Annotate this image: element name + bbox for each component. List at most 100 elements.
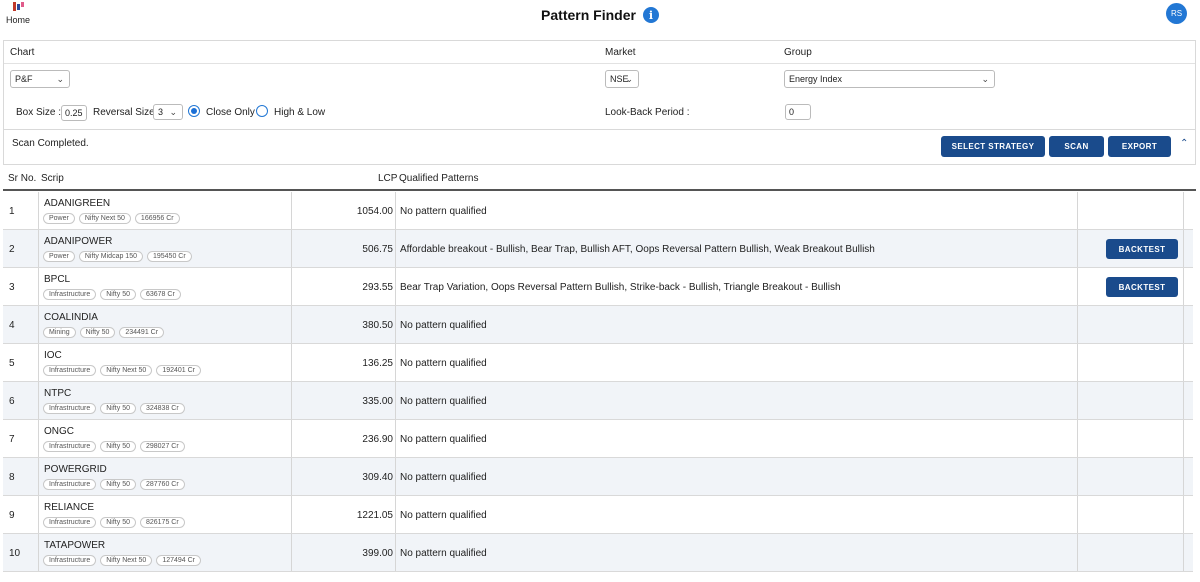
lcp-cell: 506.75 (362, 244, 393, 255)
table-row: 4 COALINDIA Mining Nifty 50 234491 Cr 380.50 N… (3, 306, 1193, 344)
scrip-tags: Infrastructure Nifty Next 50 127494 Cr (43, 555, 202, 566)
export-button[interactable]: EXPORT (1108, 136, 1171, 157)
top-bar: Home Pattern Finder i RS (0, 0, 1200, 34)
sr-no-cell: 10 (9, 548, 21, 559)
backtest-button[interactable]: BACKTEST (1106, 239, 1178, 259)
scrip-name[interactable]: NTPC (44, 388, 71, 399)
chart-select[interactable]: P&F ⌄ (10, 70, 70, 88)
column-divider (395, 420, 396, 457)
col-sr-no: Sr No. (8, 173, 37, 184)
close-only-radio[interactable] (188, 105, 200, 117)
scrip-tag: Nifty 50 (100, 289, 136, 300)
patterns-cell: No pattern qualified (400, 434, 487, 445)
scrip-name[interactable]: ADANIPOWER (44, 236, 112, 247)
group-select[interactable]: Energy Index ⌄ (784, 70, 995, 88)
scrip-name[interactable]: POWERGRID (44, 464, 107, 475)
scrip-tag: Nifty 50 (100, 517, 136, 528)
action-bar: Scan Completed. SELECT STRATEGY SCAN EXP… (3, 129, 1196, 165)
scrip-tag: 127494 Cr (156, 555, 202, 566)
column-divider (1183, 382, 1184, 419)
high-low-radio[interactable] (256, 105, 268, 117)
scrip-tag: 324838 Cr (139, 403, 185, 414)
patterns-cell: No pattern qualified (400, 548, 487, 559)
sr-no-cell: 6 (9, 396, 15, 407)
sr-no-cell: 4 (9, 320, 15, 331)
chevron-down-icon: ⌄ (169, 107, 177, 117)
column-divider (38, 344, 39, 381)
info-icon[interactable]: i (642, 7, 659, 23)
scrip-tag: 192401 Cr (156, 365, 202, 376)
column-divider (1183, 420, 1184, 457)
scrip-name[interactable]: IOC (44, 350, 62, 361)
avatar[interactable]: RS (1166, 3, 1187, 24)
scrip-name[interactable]: ONGC (44, 426, 74, 437)
title-wrap: Pattern Finder i (0, 0, 1200, 30)
scrip-tag: Nifty 50 (100, 479, 136, 490)
scrip-tag: Infrastructure (43, 441, 97, 452)
column-divider (38, 230, 39, 267)
lcp-cell: 335.00 (362, 396, 393, 407)
lcp-cell: 309.40 (362, 472, 393, 483)
column-divider (1183, 306, 1184, 343)
column-divider (1077, 344, 1078, 381)
column-divider (1077, 382, 1078, 419)
box-size-input[interactable] (61, 105, 87, 121)
scrip-tag: 234491 Cr (119, 327, 165, 338)
lcp-cell: 136.25 (362, 358, 393, 369)
scrip-tag: 195450 Cr (146, 251, 192, 262)
lookback-input[interactable] (785, 104, 811, 120)
market-select[interactable]: NSE ⌄ (605, 70, 639, 88)
chevron-up-icon[interactable]: ⌃ (1180, 138, 1188, 149)
scrip-tag: 298027 Cr (139, 441, 185, 452)
scrip-tag: 63678 Cr (139, 289, 181, 300)
scrip-name[interactable]: TATAPOWER (44, 540, 105, 551)
results-table-header: Sr No. Scrip LCP Qualified Patterns (3, 165, 1196, 191)
column-divider (1077, 534, 1078, 571)
column-divider (395, 230, 396, 267)
scrip-name[interactable]: ADANIGREEN (44, 198, 110, 209)
column-divider (291, 420, 292, 457)
home-logo-icon (12, 2, 26, 13)
column-divider (291, 496, 292, 533)
sr-no-cell: 3 (9, 282, 15, 293)
scrip-tags: Power Nifty Next 50 166956 Cr (43, 213, 180, 224)
scrip-tags: Power Nifty Midcap 150 195450 Cr (43, 251, 192, 262)
scrip-name[interactable]: BPCL (44, 274, 70, 285)
column-divider (291, 268, 292, 305)
patterns-cell: No pattern qualified (400, 358, 487, 369)
column-divider (291, 458, 292, 495)
scan-button[interactable]: SCAN (1049, 136, 1104, 157)
scrip-name[interactable]: RELIANCE (44, 502, 94, 513)
scrip-tags: Infrastructure Nifty 50 324838 Cr (43, 403, 185, 414)
column-divider (1183, 230, 1184, 267)
high-low-label: High & Low (274, 107, 326, 118)
sr-no-cell: 9 (9, 510, 15, 521)
scrip-tag: Power (43, 213, 75, 224)
scrip-tags: Infrastructure Nifty 50 826175 Cr (43, 517, 185, 528)
home-label: Home (6, 15, 31, 25)
sr-no-cell: 5 (9, 358, 15, 369)
scrip-tags: Infrastructure Nifty 50 298027 Cr (43, 441, 185, 452)
column-divider (1183, 192, 1184, 229)
column-divider (395, 306, 396, 343)
scrip-tag: Nifty 50 (100, 403, 136, 414)
scrip-tags: Infrastructure Nifty 50 287760 Cr (43, 479, 185, 490)
column-divider (291, 344, 292, 381)
column-divider (1183, 458, 1184, 495)
patterns-cell: No pattern qualified (400, 206, 487, 217)
select-strategy-button[interactable]: SELECT STRATEGY (941, 136, 1045, 157)
table-row: 10 TATAPOWER Infrastructure Nifty Next 50 12… (3, 534, 1193, 572)
scrip-tag: Infrastructure (43, 403, 97, 414)
col-scrip: Scrip (41, 173, 64, 184)
scrip-name[interactable]: COALINDIA (44, 312, 98, 323)
filter-panel: Chart Market Group P&F ⌄ NSE ⌄ Energy In… (3, 40, 1196, 130)
column-divider (1077, 268, 1078, 305)
reversal-size-select[interactable]: 3 ⌄ (153, 104, 183, 120)
reversal-size-value: 3 (158, 107, 164, 117)
column-divider (1183, 268, 1184, 305)
home-link[interactable]: Home (6, 2, 36, 25)
patterns-cell: No pattern qualified (400, 472, 487, 483)
scrip-tag: Infrastructure (43, 517, 97, 528)
scrip-tag: Nifty Next 50 (100, 365, 153, 376)
backtest-button[interactable]: BACKTEST (1106, 277, 1178, 297)
